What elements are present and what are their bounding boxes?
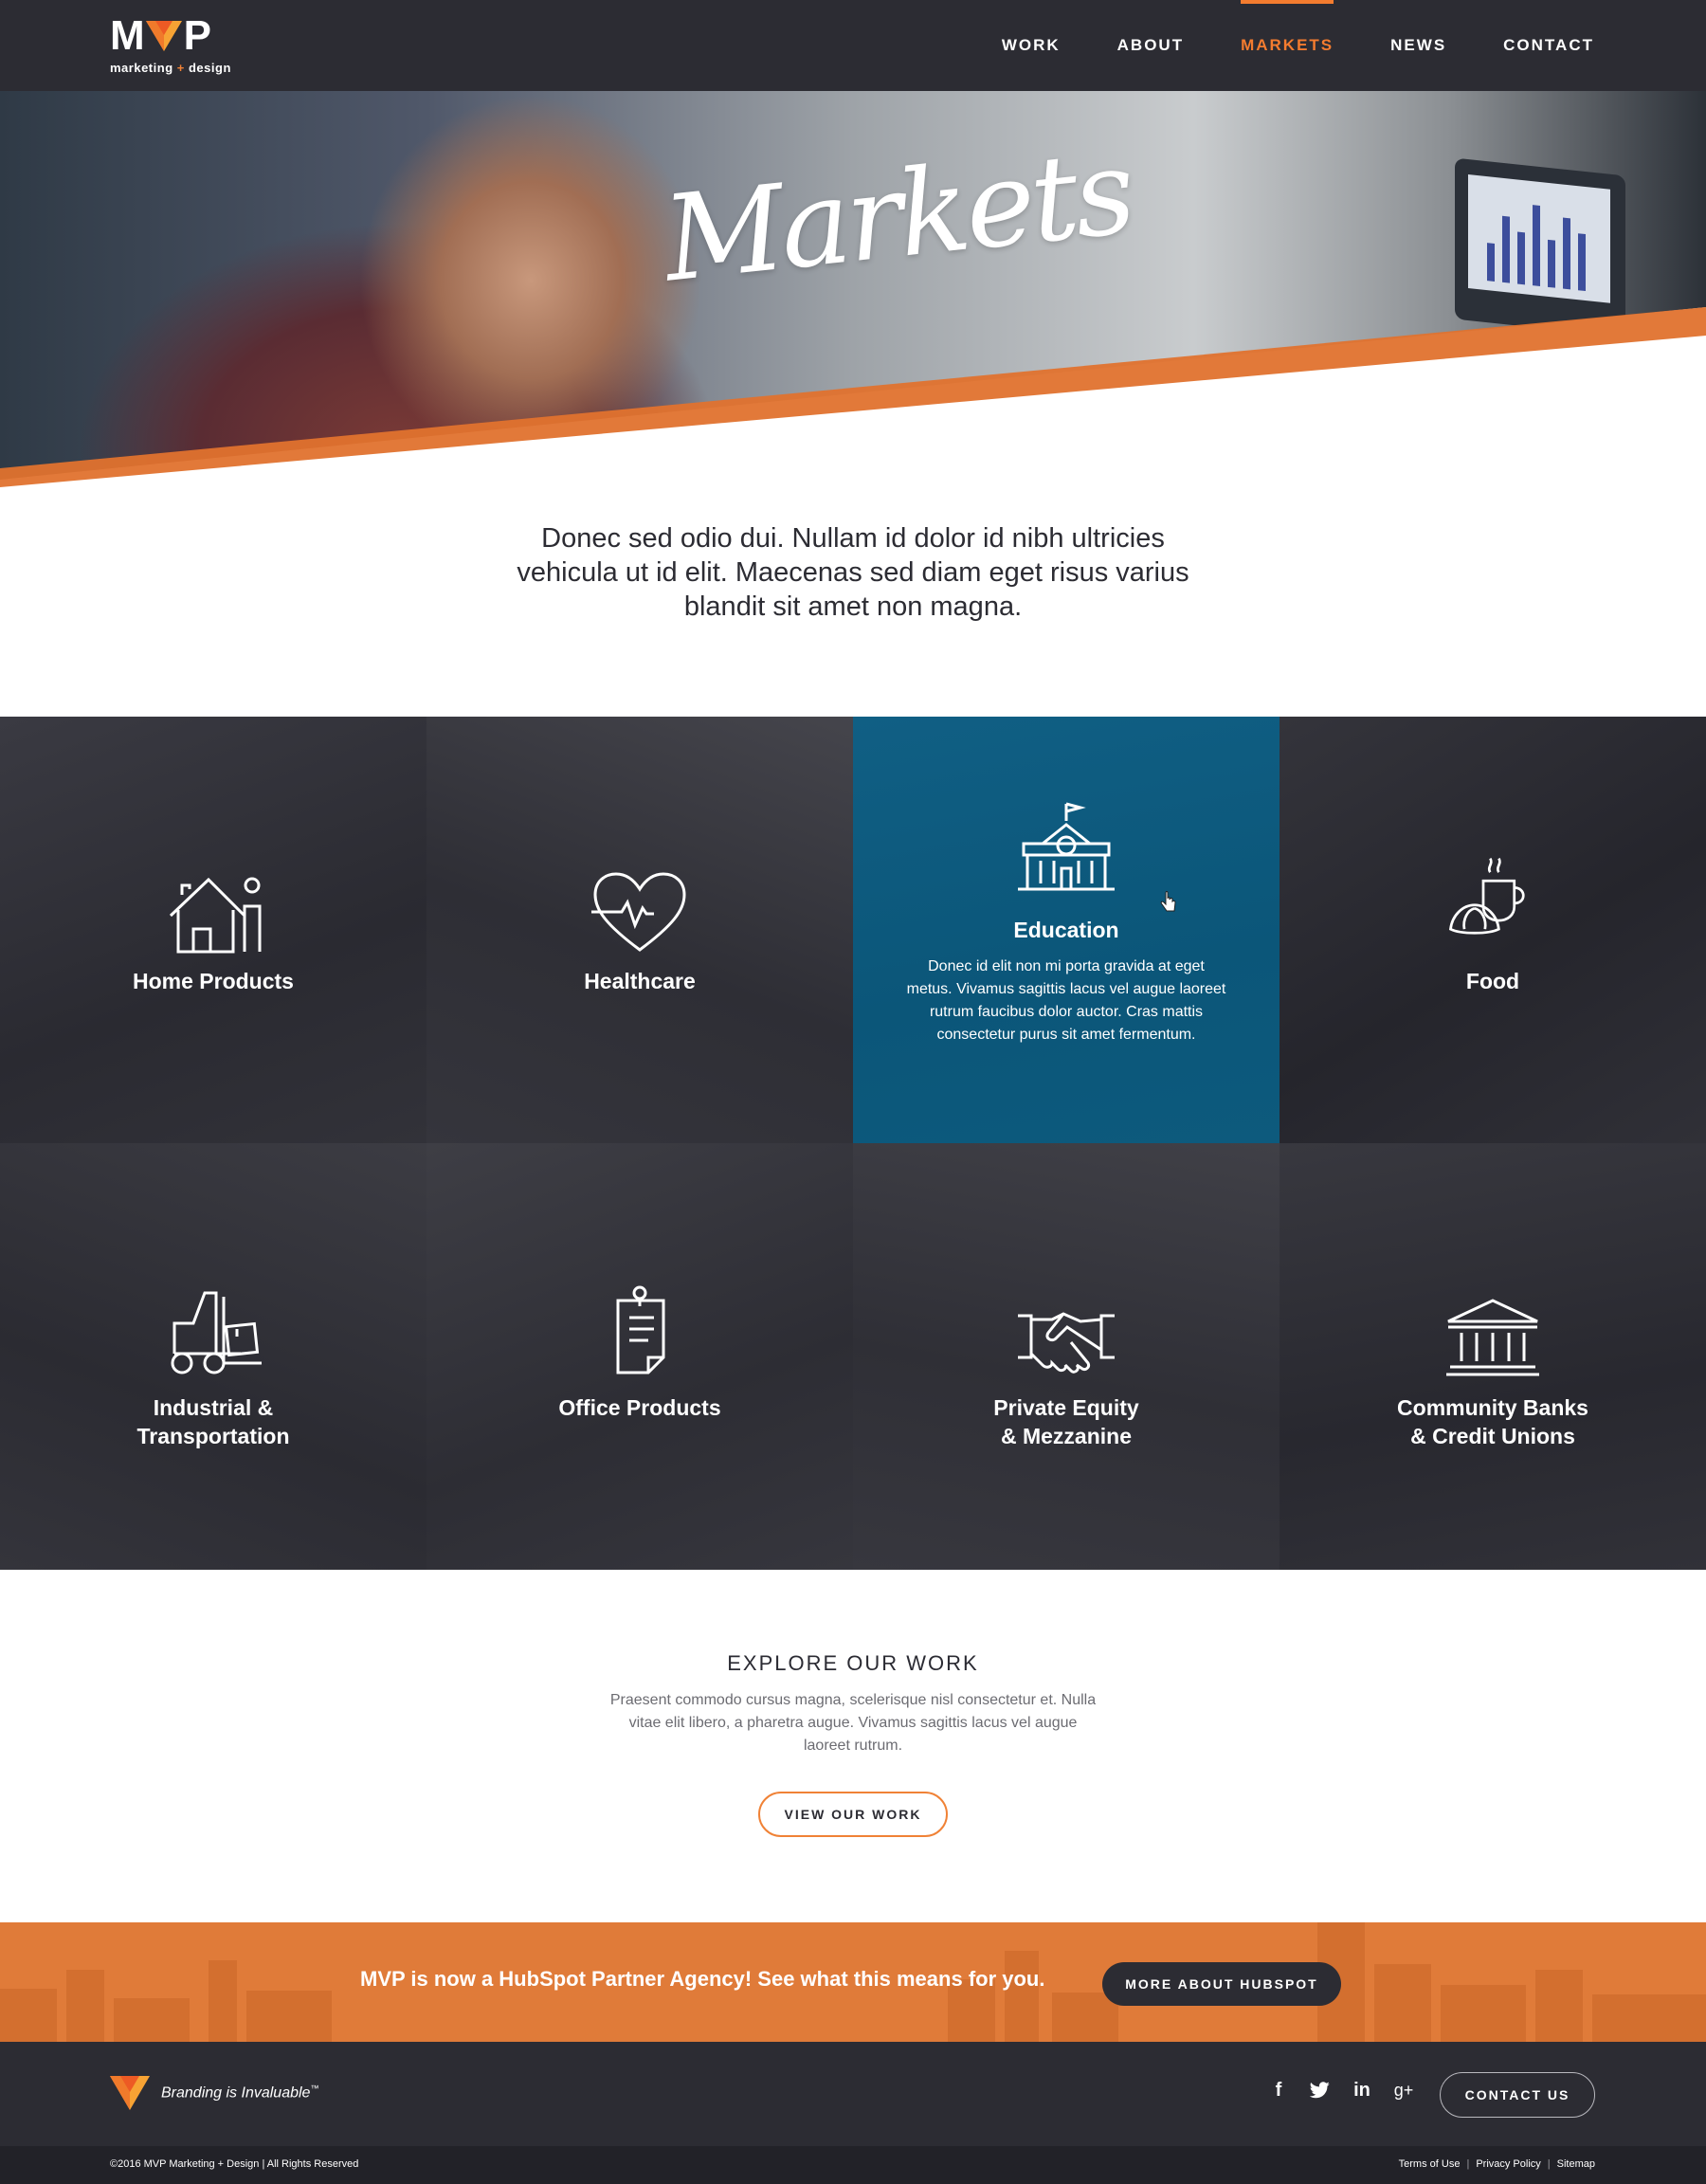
explore-section: EXPLORE OUR WORK Praesent commodo cursus… [0, 1651, 1706, 1757]
hero-banner: Markets [0, 91, 1706, 489]
social-links: f in g+ [1268, 2080, 1414, 2101]
logo-letter-p: P [183, 12, 211, 59]
legal-links: Terms of Use | Privacy Policy | Sitemap [1398, 2158, 1595, 2170]
market-tile-healthcare[interactable]: Healthcare [426, 717, 853, 1143]
footer-logo-icon[interactable] [110, 2076, 150, 2110]
intro-section: Donec sed odio dui. Nullam id dolor id n… [0, 521, 1706, 624]
main-nav: WORK ABOUT MARKETS NEWS CONTACT [945, 0, 1594, 91]
nav-work[interactable]: WORK [1002, 0, 1061, 91]
croissant-coffee-icon [1448, 857, 1525, 935]
terms-of-use-link[interactable]: Terms of Use [1399, 2158, 1461, 2170]
school-building-icon [1018, 802, 1115, 891]
logo-wordmark: MP [110, 12, 211, 59]
facebook-icon[interactable]: f [1268, 2080, 1289, 2101]
linkedin-icon[interactable]: in [1352, 2080, 1372, 2101]
twitter-icon[interactable] [1310, 2080, 1331, 2101]
nav-about[interactable]: ABOUT [1117, 0, 1184, 91]
intro-text: Donec sed odio dui. Nullam id dolor id n… [517, 523, 1189, 622]
market-label: Education [1013, 918, 1119, 942]
site-header: MP marketing + design WORK ABOUT MARKETS… [0, 0, 1706, 91]
explore-heading: EXPLORE OUR WORK [727, 1651, 979, 1675]
site-footer: Branding is Invaluable™ f in g+ CONTACT … [0, 2042, 1706, 2146]
market-label: Office Products [558, 1395, 721, 1420]
market-label: Industrial & Transportation [136, 1395, 290, 1448]
more-about-hubspot-button[interactable]: MORE ABOUT HUBSPOT [1102, 1962, 1341, 2006]
footer-tagline: Branding is Invaluable™ [161, 2084, 319, 2102]
nav-news[interactable]: NEWS [1390, 0, 1446, 91]
market-tile-education[interactable]: Education Donec id elit non mi porta gra… [853, 717, 1280, 1143]
market-tile-community-banks[interactable]: Community Banks & Credit Unions [1280, 1143, 1706, 1570]
hand-cursor-icon [1160, 891, 1176, 912]
nav-markets[interactable]: MARKETS [1241, 0, 1334, 91]
privacy-policy-link[interactable]: Privacy Policy [1476, 2158, 1540, 2170]
contact-us-button[interactable]: CONTACT US [1440, 2072, 1595, 2118]
logo-subtitle: marketing + design [110, 61, 231, 75]
bank-icon [1446, 1299, 1539, 1376]
mvp-logo[interactable]: MP marketing + design [110, 15, 252, 76]
market-label: Home Products [133, 969, 294, 993]
market-label: Private Equity & Mezzanine [993, 1395, 1139, 1448]
market-description: Donec id elit non mi porta gravida at eg… [906, 958, 1226, 1043]
nav-contact[interactable]: CONTACT [1503, 0, 1594, 91]
clipboard-icon [616, 1285, 665, 1374]
copyright-text: ©2016 MVP Marketing + Design | All Right… [110, 2158, 359, 2170]
heart-pulse-icon [591, 872, 686, 952]
forklift-icon [171, 1291, 262, 1374]
view-our-work-button[interactable]: VIEW OUR WORK [758, 1792, 948, 1837]
market-tile-private-equity[interactable]: Private Equity & Mezzanine [853, 1143, 1280, 1570]
market-tile-office-products[interactable]: Office Products [426, 1143, 853, 1570]
market-tile-food[interactable]: Food [1280, 717, 1706, 1143]
logo-triangle-icon [145, 21, 182, 51]
market-tile-home-products[interactable]: Home Products [0, 717, 426, 1143]
house-person-icon [169, 877, 262, 954]
market-label: Food [1465, 969, 1520, 993]
market-label: Healthcare [584, 969, 696, 993]
hubspot-banner: MVP is now a HubSpot Partner Agency! See… [0, 1922, 1706, 2042]
market-label: Community Banks & Credit Unions [1397, 1395, 1588, 1448]
sitemap-link[interactable]: Sitemap [1557, 2158, 1595, 2170]
market-tile-industrial-transportation[interactable]: Industrial & Transportation [0, 1143, 426, 1570]
markets-grid: Home Products Healthcare Education Donec… [0, 717, 1706, 1570]
hubspot-banner-text: MVP is now a HubSpot Partner Agency! See… [360, 1967, 1045, 1991]
explore-text: Praesent commodo cursus magna, scelerisq… [609, 1692, 1097, 1754]
handshake-icon [1018, 1312, 1115, 1374]
google-plus-icon[interactable]: g+ [1393, 2080, 1414, 2101]
hero-angled-divider [0, 307, 1706, 489]
sub-footer: ©2016 MVP Marketing + Design | All Right… [0, 2146, 1706, 2184]
logo-letter-m: M [110, 12, 145, 59]
